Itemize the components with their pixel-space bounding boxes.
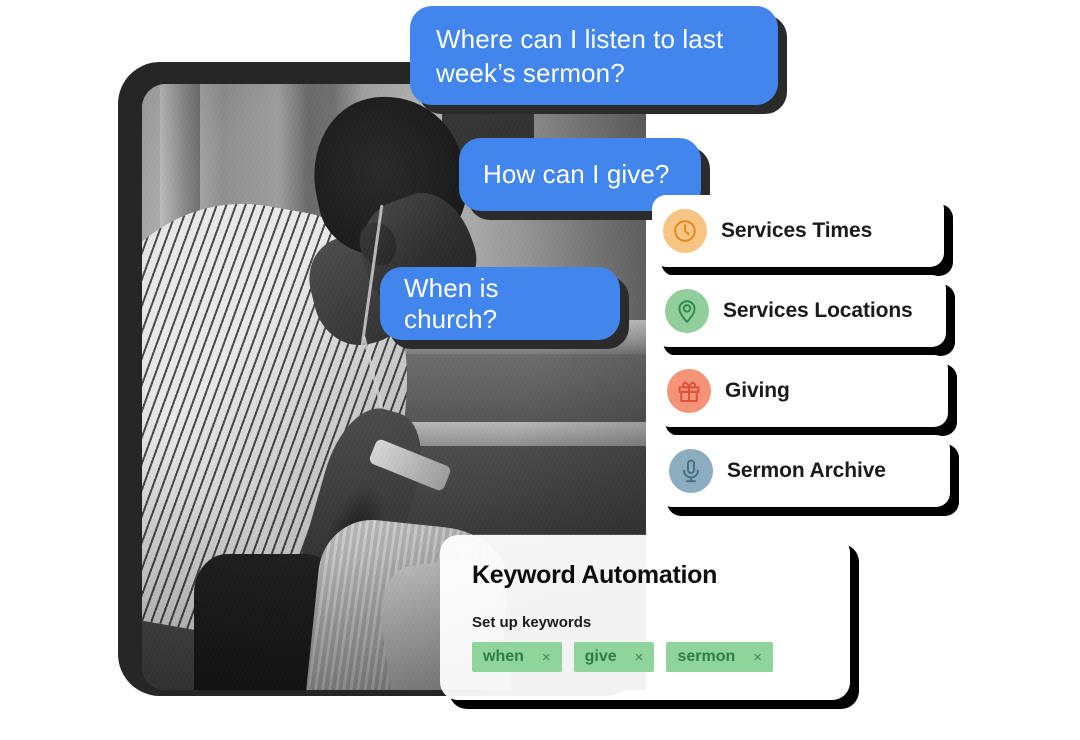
menu-item-services-times[interactable]: Services Times — [652, 195, 944, 267]
menu-item-label: Sermon Archive — [727, 459, 886, 482]
remove-keyword-icon[interactable]: × — [635, 650, 644, 665]
keyword-tag-sermon[interactable]: sermon × — [666, 642, 773, 672]
chat-bubble-sermon: Where can I listen to last week’s sermon… — [410, 6, 778, 105]
microphone-icon — [669, 449, 713, 493]
menu-item-services-locations[interactable]: Services Locations — [654, 275, 946, 347]
keyword-tag-label: give — [584, 648, 617, 665]
keyword-tag-label: sermon — [677, 648, 736, 665]
keyword-tag-label: when — [483, 648, 524, 665]
remove-keyword-icon[interactable]: × — [753, 650, 762, 665]
menu-item-label: Services Times — [721, 219, 873, 242]
location-pin-icon — [665, 289, 709, 333]
gift-icon — [667, 369, 711, 413]
keyword-tag-give[interactable]: give × — [573, 642, 655, 672]
menu-item-giving[interactable]: Giving — [656, 355, 948, 427]
keyword-automation-panel: Keyword Automation Set up keywords when … — [440, 535, 850, 700]
keyword-tag-list: when × give × sermon × — [472, 642, 820, 672]
promo-composition: Where can I listen to last week’s sermon… — [0, 0, 1080, 740]
panel-subtitle: Set up keywords — [472, 614, 592, 631]
panel-title: Keyword Automation — [472, 561, 718, 589]
menu-item-sermon-archive[interactable]: Sermon Archive — [658, 435, 950, 507]
clock-icon — [663, 209, 707, 253]
chat-bubble-text: When is church? — [404, 272, 499, 334]
menu-item-label: Giving — [725, 379, 790, 402]
menu-item-label: Services Locations — [723, 299, 913, 322]
chat-bubble-text: How can I give? — [483, 159, 670, 189]
keyword-tag-when[interactable]: when × — [472, 642, 562, 672]
chat-bubble-text: Where can I listen to last week’s sermon… — [436, 23, 724, 88]
quick-reply-menu: Services Times Services Locations Giving… — [652, 195, 952, 515]
remove-keyword-icon[interactable]: × — [542, 650, 551, 665]
chat-bubble-church: When is church? — [380, 267, 620, 340]
